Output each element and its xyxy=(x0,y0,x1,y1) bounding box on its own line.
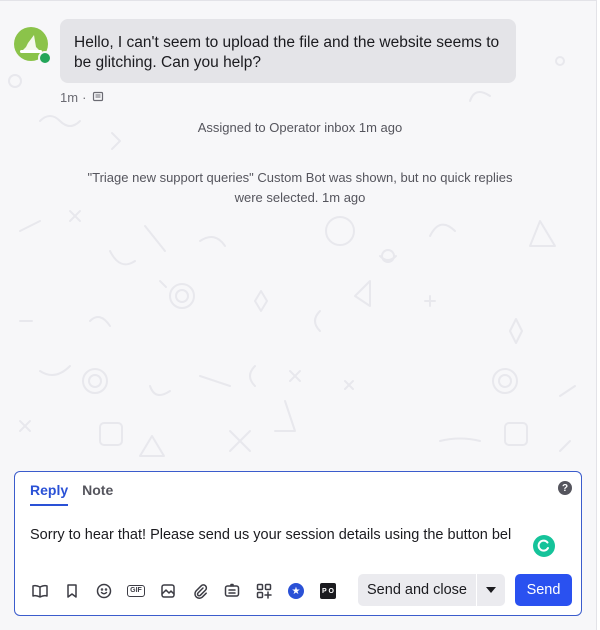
emoji-icon[interactable] xyxy=(93,580,115,602)
message-meta: 1m · xyxy=(60,89,104,105)
apps-icon[interactable] xyxy=(253,580,275,602)
online-status-dot xyxy=(38,51,52,65)
customer-avatar[interactable] xyxy=(14,27,52,65)
reply-composer: Reply Note ? Sorry to hear that! Please … xyxy=(14,471,582,616)
book-icon[interactable] xyxy=(29,580,51,602)
bookmark-icon[interactable] xyxy=(61,580,83,602)
gif-icon[interactable]: GIF xyxy=(125,580,147,602)
seen-icon xyxy=(93,91,104,102)
meta-separator: · xyxy=(82,89,87,105)
send-options-dropdown[interactable] xyxy=(477,574,505,606)
composer-toolbar: GIF ★ P O xyxy=(29,580,339,602)
message-text: Hello, I can't seem to upload the file a… xyxy=(74,34,500,71)
po-app-icon[interactable]: P O xyxy=(317,580,339,602)
conversation-pane: Hello, I can't seem to upload the file a… xyxy=(0,0,597,630)
article-icon[interactable] xyxy=(221,580,243,602)
attachment-icon[interactable] xyxy=(189,580,211,602)
grammarly-icon[interactable] xyxy=(533,535,555,557)
image-icon[interactable] xyxy=(157,580,179,602)
tab-note[interactable]: Note xyxy=(82,482,113,506)
star-app-icon[interactable]: ★ xyxy=(285,580,307,602)
tab-reply[interactable]: Reply xyxy=(30,482,69,506)
composer-tabs: Reply Note xyxy=(30,482,113,506)
help-icon[interactable]: ? xyxy=(558,481,572,495)
reply-input[interactable]: Sorry to hear that! Please send us your … xyxy=(30,527,511,543)
chevron-down-icon xyxy=(486,587,496,593)
customer-message-bubble: Hello, I can't seem to upload the file a… xyxy=(60,19,516,83)
send-and-close-button[interactable]: Send and close xyxy=(358,574,476,606)
send-button[interactable]: Send xyxy=(515,574,572,606)
event-assigned: Assigned to Operator inbox 1m ago xyxy=(197,120,403,135)
event-custom-bot: "Triage new support queries" Custom Bot … xyxy=(87,170,513,205)
message-time: 1m xyxy=(60,89,79,105)
